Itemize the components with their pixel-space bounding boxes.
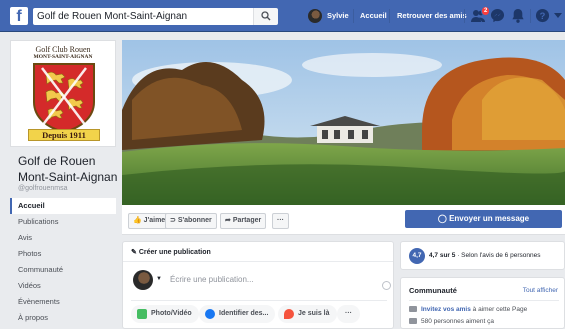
follow-button[interactable]: ⊃ S'abonner (165, 213, 217, 229)
help-icon[interactable]: ? (535, 8, 550, 23)
home-link[interactable]: Accueil (360, 0, 387, 32)
svg-text:?: ? (540, 11, 546, 21)
checkin-label: Je suis là (298, 310, 330, 317)
search-input[interactable]: Golf de Rouen Mont-Saint-Aignan (33, 8, 253, 25)
rating-card: 4,7 4,7 sur 5 · Selon l'avis de 6 person… (400, 241, 565, 270)
friend-requests-badge: 2 (481, 6, 491, 16)
menu-item-a-propos[interactable]: À propos (10, 310, 116, 326)
page-navigation-menu: Accueil Publications Avis Photos Communa… (10, 198, 116, 326)
tag-people-icon (205, 309, 215, 319)
logo-title: Golf Club Rouen (35, 45, 91, 54)
search-icon (261, 11, 271, 21)
see-all-link[interactable]: Tout afficher (523, 287, 558, 294)
people-icon (409, 306, 417, 313)
location-pin-icon (284, 309, 294, 319)
user-avatar[interactable] (308, 9, 322, 23)
like-label: J'aime (143, 217, 166, 224)
nav-divider (530, 9, 531, 23)
tag-friends-button[interactable]: Identifier des... (199, 305, 276, 323)
more-actions-button[interactable]: ··· (272, 213, 289, 229)
nav-divider (353, 9, 354, 23)
likes-count-text: 580 personnes aiment ça (421, 318, 494, 325)
club-crest-shield (33, 63, 95, 134)
messenger-icon: ◯ (437, 214, 450, 223)
divider (131, 300, 387, 301)
caret-down-icon[interactable]: ▼ (156, 276, 162, 282)
share-button[interactable]: ➦ Partager (220, 213, 267, 229)
divider (123, 261, 393, 262)
logo-banner: Depuis 1911 (28, 129, 100, 141)
bell-icon[interactable] (511, 8, 525, 23)
top-navigation-bar: f Golf de Rouen Mont-Saint-Aignan Sylvie… (0, 0, 565, 32)
poster-avatar[interactable] (133, 270, 153, 290)
create-post-box: ✎ Créer une publication ▼ Écrire une pub… (122, 241, 394, 329)
page-handle[interactable]: @golfrouenmsa (18, 185, 68, 192)
menu-item-accueil[interactable]: Accueil (10, 198, 116, 214)
nav-divider (389, 9, 390, 23)
invite-friends-text: à aimer cette Page (470, 306, 528, 313)
caret-down-icon[interactable] (554, 13, 562, 19)
more-post-options-button[interactable]: ··· (337, 305, 360, 323)
menu-item-avis[interactable]: Avis (10, 230, 116, 246)
invite-friends-link[interactable]: Invitez vos amis (421, 306, 471, 313)
cover-photo[interactable] (122, 40, 565, 205)
create-post-label: Créer une publication (138, 249, 211, 256)
divider (409, 300, 559, 301)
send-message-label: Envoyer un message (449, 214, 530, 223)
create-post-header[interactable]: ✎ Créer une publication (131, 248, 211, 256)
facebook-logo[interactable]: f (10, 7, 28, 25)
profile-link[interactable]: Sylvie (327, 0, 349, 32)
invite-friends-row: Invitez vos amis à aimer cette Page (409, 306, 527, 313)
search-button[interactable] (253, 8, 278, 25)
profile-picture[interactable]: Golf Club Rouen MONT-SAINT-AIGNAN Depuis… (10, 40, 116, 147)
likes-count-row: 580 personnes aiment ça (409, 318, 494, 325)
rating-score-text: 4,7 sur 5 (429, 252, 456, 259)
menu-item-evenements[interactable]: Évènements (10, 294, 116, 310)
cover-photo-image (122, 40, 565, 205)
like-button[interactable]: 👍 J'aime (128, 213, 171, 229)
community-title: Communauté (409, 286, 457, 295)
menu-item-publications[interactable]: Publications (10, 214, 116, 230)
thumbs-up-icon (409, 318, 417, 325)
menu-item-photos[interactable]: Photos (10, 246, 116, 262)
post-input[interactable]: Écrire une publication... (170, 275, 254, 284)
rating-count-text: · Selon l'avis de 6 personnes (455, 252, 541, 259)
rating-score-badge: 4,7 (409, 248, 425, 264)
send-message-button[interactable]: ◯ Envoyer un message (405, 210, 562, 228)
logo-subtitle: MONT-SAINT-AIGNAN (33, 54, 93, 60)
photo-video-button[interactable]: Photo/Vidéo (131, 305, 199, 323)
emoji-icon[interactable] (382, 281, 391, 290)
menu-item-videos[interactable]: Vidéos (10, 278, 116, 294)
photo-video-label: Photo/Vidéo (151, 310, 192, 317)
tag-friends-label: Identifier des... (219, 310, 269, 317)
messenger-icon[interactable] (490, 8, 505, 23)
share-label: Partager (232, 217, 262, 224)
follow-label: S'abonner (177, 217, 212, 224)
share-icon: ➦ (225, 217, 233, 224)
rating-summary[interactable]: 4,7 sur 5 · Selon l'avis de 6 personnes (429, 252, 540, 259)
pencil-icon: ✎ (131, 249, 139, 256)
nav-divider (464, 9, 465, 23)
photo-icon (137, 309, 147, 319)
like-icon: 👍 (133, 217, 144, 224)
community-card: Communauté Tout afficher Invitez vos ami… (400, 277, 565, 329)
page-title[interactable]: Golf de Rouen Mont-Saint-Aignan (18, 153, 128, 185)
find-friends-link[interactable]: Retrouver des amis (397, 0, 467, 32)
checkin-button[interactable]: Je suis là (278, 305, 337, 323)
rss-icon: ⊃ (170, 217, 178, 224)
menu-item-communaute[interactable]: Communauté (10, 262, 116, 278)
